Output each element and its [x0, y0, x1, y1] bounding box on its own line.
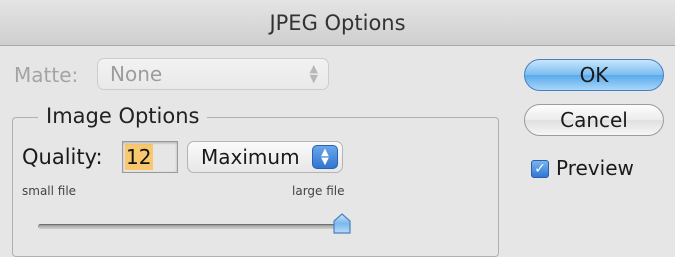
- large-file-label: large file: [292, 184, 345, 198]
- checkmark-icon: ✓: [534, 161, 546, 177]
- ok-button[interactable]: OK: [524, 59, 664, 91]
- quality-label: Quality:: [22, 145, 103, 169]
- preview-checkbox[interactable]: ✓: [531, 160, 549, 178]
- quality-preset-select[interactable]: Maximum ▲ ▼: [187, 141, 343, 173]
- title-bar: JPEG Options: [0, 0, 675, 46]
- updown-arrows-icon: ▲ ▼: [309, 62, 318, 85]
- dialog-title: JPEG Options: [269, 10, 406, 35]
- updown-arrows-icon: ▲ ▼: [312, 145, 338, 169]
- slider-thumb-icon[interactable]: [331, 213, 353, 235]
- small-file-label: small file: [22, 184, 77, 198]
- image-options-group: [12, 117, 499, 257]
- cancel-button[interactable]: Cancel: [524, 104, 664, 136]
- quality-input[interactable]: [122, 141, 178, 173]
- preview-label[interactable]: Preview: [556, 156, 634, 180]
- matte-value: None: [110, 62, 163, 86]
- matte-select[interactable]: None ▲ ▼: [97, 58, 329, 90]
- matte-label: Matte:: [14, 63, 79, 87]
- quality-slider-track[interactable]: [38, 224, 342, 229]
- image-options-title: Image Options: [38, 104, 208, 128]
- quality-preset-value: Maximum: [201, 145, 300, 169]
- ok-button-label: OK: [579, 63, 609, 87]
- cancel-button-label: Cancel: [560, 108, 628, 132]
